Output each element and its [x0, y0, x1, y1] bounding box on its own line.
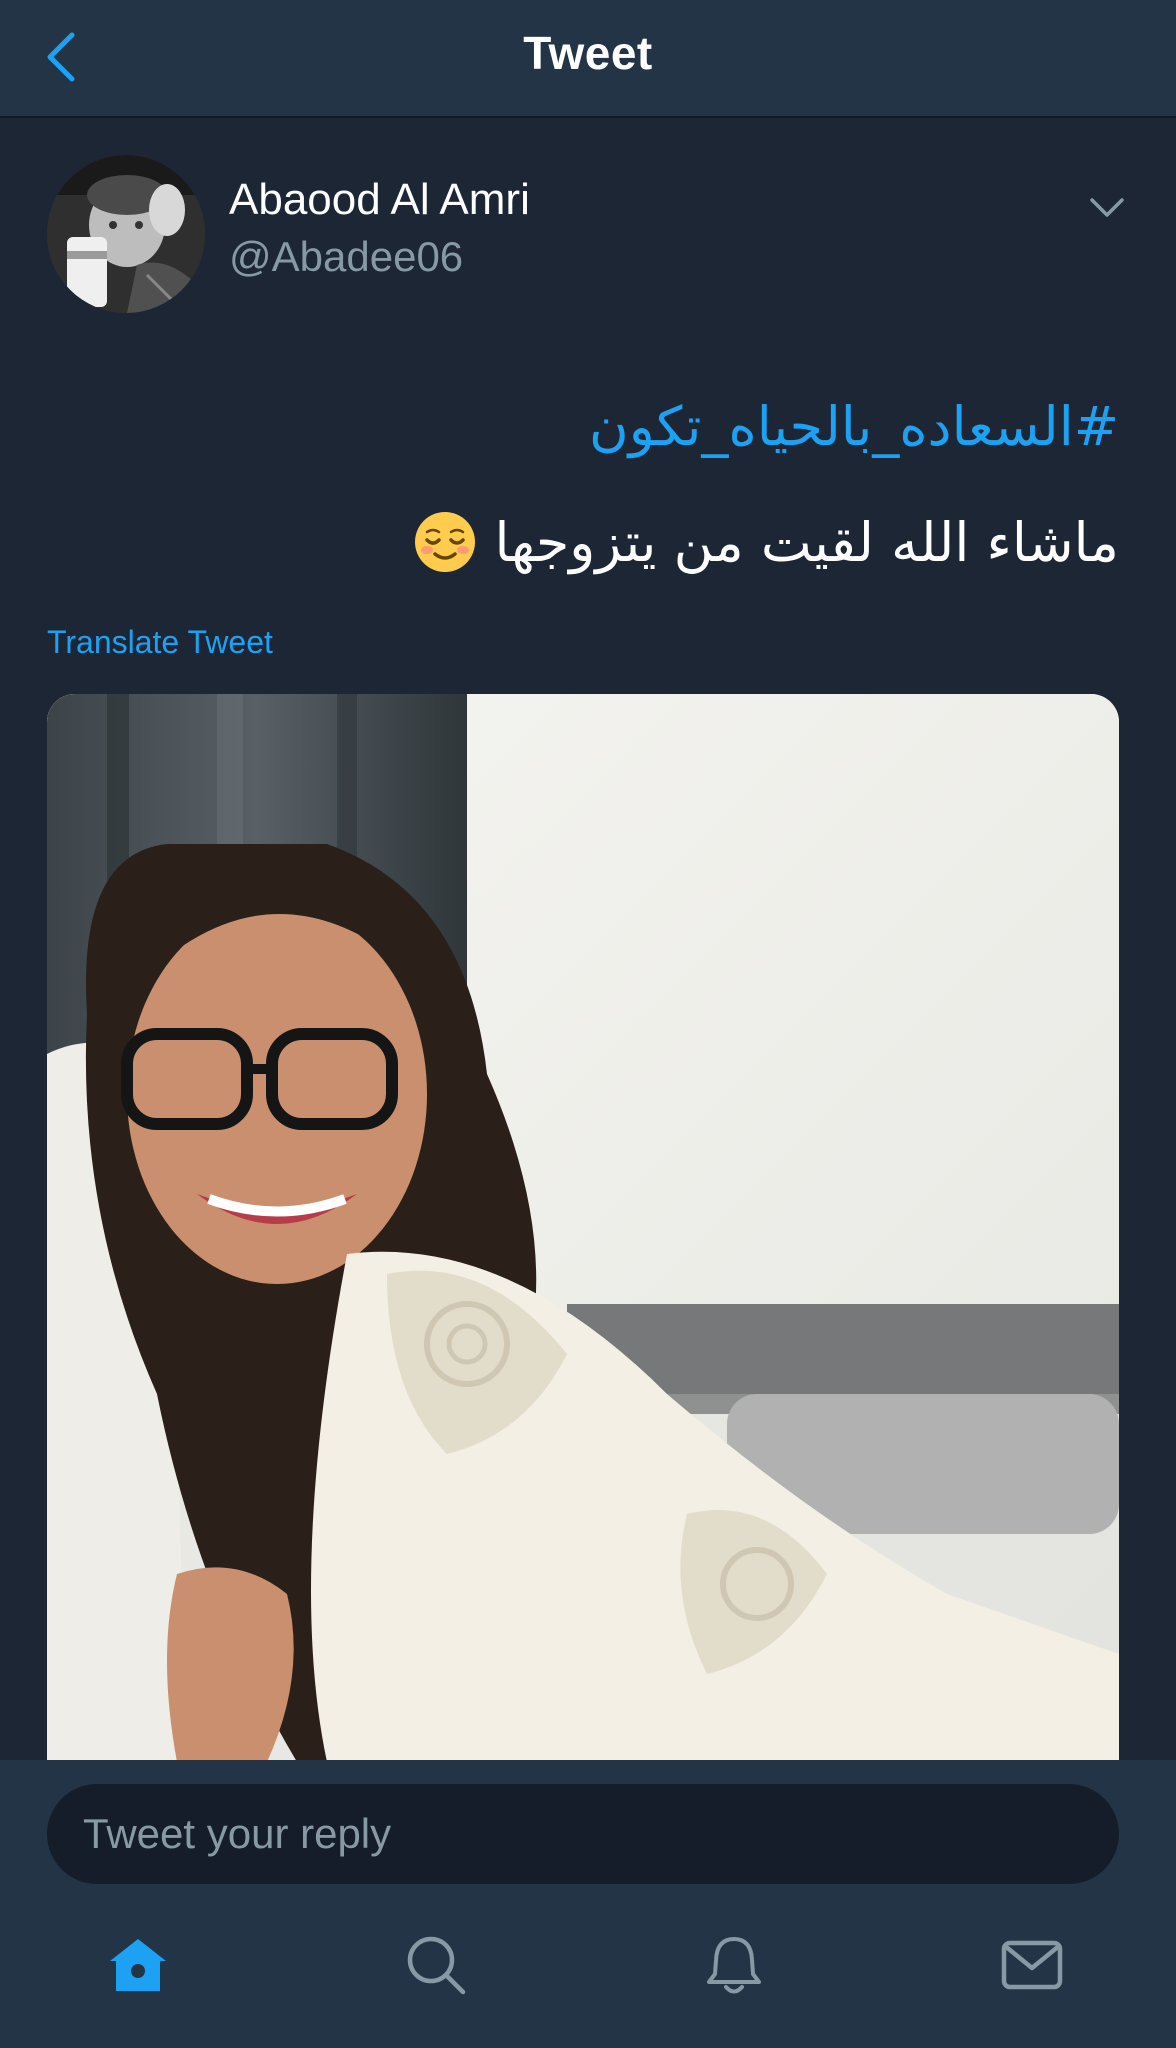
- chevron-down-icon: [1090, 198, 1124, 217]
- navigation-bar: Tweet: [0, 0, 1176, 118]
- page-title: Tweet: [523, 27, 653, 79]
- more-options-button[interactable]: [1082, 188, 1132, 228]
- tab-home[interactable]: [98, 1925, 178, 2005]
- tab-messages[interactable]: [992, 1925, 1072, 2005]
- author-handle[interactable]: @Abadee06: [229, 233, 463, 281]
- messages-icon: [1001, 1940, 1063, 1990]
- hashtag-link[interactable]: #السعاده_بالحياه_تكون: [589, 395, 1119, 458]
- tweet-photo[interactable]: [47, 694, 1119, 1762]
- tweet-detail-screen: Tweet Abaood Al Amri @Abadee06 #السعاده_…: [0, 0, 1176, 2048]
- author-name[interactable]: Abaood Al Amri: [229, 175, 530, 225]
- home-icon: [110, 1939, 166, 1991]
- avatar-image: [47, 155, 205, 313]
- tab-bar: [0, 1885, 1176, 2048]
- tab-search[interactable]: [396, 1925, 476, 2005]
- notifications-icon: [707, 1937, 761, 1994]
- translate-tweet-link[interactable]: Translate Tweet: [47, 624, 273, 661]
- search-icon: [407, 1936, 466, 1995]
- reply-input[interactable]: [47, 1784, 1119, 1884]
- photo-image: [47, 694, 1119, 1762]
- tweet-text-content: ماشاء الله لقيت من يتزوجها: [494, 510, 1119, 574]
- relieved-face-emoji-icon: [414, 512, 475, 572]
- avatar[interactable]: [47, 155, 205, 313]
- tweet-text: ماشاء الله لقيت من يتزوجها: [413, 510, 1119, 574]
- tab-notifications[interactable]: [694, 1925, 774, 2005]
- reply-bar: [0, 1760, 1176, 1885]
